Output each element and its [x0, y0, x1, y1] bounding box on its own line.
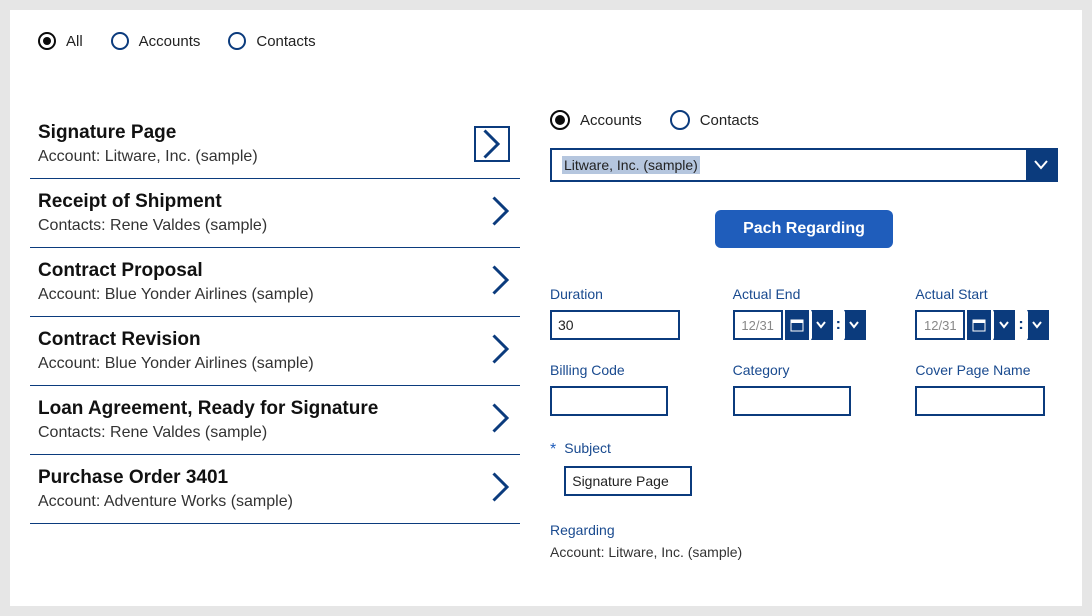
- field-category: Category: [733, 362, 876, 416]
- detail-filter-contacts[interactable]: Contacts: [670, 110, 759, 130]
- field-label: Actual End: [733, 286, 876, 302]
- list-item[interactable]: Loan Agreement, Ready for Signature Cont…: [30, 386, 520, 455]
- list-item-title: Signature Page: [38, 122, 258, 144]
- billing-code-input[interactable]: [550, 386, 668, 416]
- calendar-icon[interactable]: [967, 310, 991, 340]
- radio-icon: [228, 32, 246, 50]
- subject-input[interactable]: Signature Page: [564, 466, 692, 496]
- regarding-section: Regarding Account: Litware, Inc. (sample…: [550, 522, 1058, 560]
- minute-select[interactable]: [1027, 310, 1049, 340]
- list-item[interactable]: Contract Revision Account: Blue Yonder A…: [30, 317, 520, 386]
- field-label: Duration: [550, 286, 693, 302]
- chevron-down-icon[interactable]: [1026, 150, 1056, 180]
- pach-regarding-button[interactable]: Pach Regarding: [715, 210, 893, 248]
- detail-filter-contacts-label: Contacts: [700, 112, 759, 129]
- filter-accounts-label: Accounts: [139, 33, 201, 50]
- field-label: Billing Code: [550, 362, 693, 378]
- field-billing-code: Billing Code: [550, 362, 693, 416]
- list-item-title: Purchase Order 3401: [38, 467, 293, 489]
- minute-select[interactable]: [844, 310, 866, 340]
- list-item-title: Receipt of Shipment: [38, 191, 267, 213]
- filter-contacts-label: Contacts: [256, 33, 315, 50]
- chevron-right-icon: [492, 265, 510, 300]
- list-item-sub: Account: Litware, Inc. (sample): [38, 148, 258, 166]
- hour-select[interactable]: [811, 310, 833, 340]
- chevron-right-icon: [474, 126, 510, 162]
- duration-input[interactable]: 30: [550, 310, 680, 340]
- list-item-sub: Account: Adventure Works (sample): [38, 493, 293, 511]
- chevron-right-icon: [492, 334, 510, 369]
- detail-filter-accounts-label: Accounts: [580, 112, 642, 129]
- time-colon: :: [835, 310, 842, 340]
- radio-icon: [550, 110, 570, 130]
- field-cover-page-name: Cover Page Name: [915, 362, 1058, 416]
- actual-start-date-input[interactable]: 12/31: [915, 310, 965, 340]
- field-actual-end: Actual End 12/31 :: [733, 286, 876, 340]
- app-window: All Accounts Contacts Signature Page Acc…: [10, 10, 1082, 606]
- list-item[interactable]: Contract Proposal Account: Blue Yonder A…: [30, 248, 520, 317]
- field-label: Category: [733, 362, 876, 378]
- field-subject: * Subject Signature Page: [550, 440, 1058, 496]
- list-item-sub: Contacts: Rene Valdes (sample): [38, 217, 267, 235]
- account-select[interactable]: Litware, Inc. (sample): [550, 148, 1058, 182]
- hour-select[interactable]: [993, 310, 1015, 340]
- regarding-value: Account: Litware, Inc. (sample): [550, 544, 1058, 560]
- list-item-title: Loan Agreement, Ready for Signature: [38, 398, 378, 420]
- cover-page-name-input[interactable]: [915, 386, 1045, 416]
- field-label: Cover Page Name: [915, 362, 1058, 378]
- chevron-right-icon: [492, 472, 510, 507]
- filter-all[interactable]: All: [38, 32, 83, 50]
- field-actual-start: Actual Start 12/31 :: [915, 286, 1058, 340]
- list-item-title: Contract Proposal: [38, 260, 314, 282]
- filter-contacts[interactable]: Contacts: [228, 32, 315, 50]
- list-item-title: Contract Revision: [38, 329, 314, 351]
- top-filter-bar: All Accounts Contacts: [10, 10, 1082, 50]
- detail-filter-bar: Accounts Contacts: [550, 110, 1058, 130]
- main-area: Signature Page Account: Litware, Inc. (s…: [10, 110, 1082, 606]
- chevron-right-icon: [492, 403, 510, 438]
- category-input[interactable]: [733, 386, 851, 416]
- detail-filter-accounts[interactable]: Accounts: [550, 110, 642, 130]
- account-select-value: Litware, Inc. (sample): [552, 150, 1026, 180]
- list-item[interactable]: Purchase Order 3401 Account: Adventure W…: [30, 455, 520, 524]
- list-item-sub: Contacts: Rene Valdes (sample): [38, 424, 378, 442]
- calendar-icon[interactable]: [785, 310, 809, 340]
- required-star-icon: *: [550, 441, 556, 459]
- list-item-sub: Account: Blue Yonder Airlines (sample): [38, 286, 314, 304]
- list-item-sub: Account: Blue Yonder Airlines (sample): [38, 355, 314, 373]
- actual-end-date-input[interactable]: 12/31: [733, 310, 783, 340]
- list-item[interactable]: Receipt of Shipment Contacts: Rene Valde…: [30, 179, 520, 248]
- record-list: Signature Page Account: Litware, Inc. (s…: [10, 110, 520, 606]
- form-grid: Duration 30 Actual End 12/31 :: [550, 286, 1058, 416]
- filter-all-label: All: [66, 33, 83, 50]
- regarding-label: Regarding: [550, 522, 1058, 538]
- radio-icon: [111, 32, 129, 50]
- filter-accounts[interactable]: Accounts: [111, 32, 201, 50]
- detail-panel: Accounts Contacts Litware, Inc. (sample)…: [520, 110, 1082, 606]
- chevron-right-icon: [492, 196, 510, 231]
- radio-icon: [38, 32, 56, 50]
- field-label: Actual Start: [915, 286, 1058, 302]
- list-item[interactable]: Signature Page Account: Litware, Inc. (s…: [30, 110, 520, 179]
- field-duration: Duration 30: [550, 286, 693, 340]
- radio-icon: [670, 110, 690, 130]
- field-label: Subject: [564, 440, 692, 456]
- time-colon: :: [1017, 310, 1024, 340]
